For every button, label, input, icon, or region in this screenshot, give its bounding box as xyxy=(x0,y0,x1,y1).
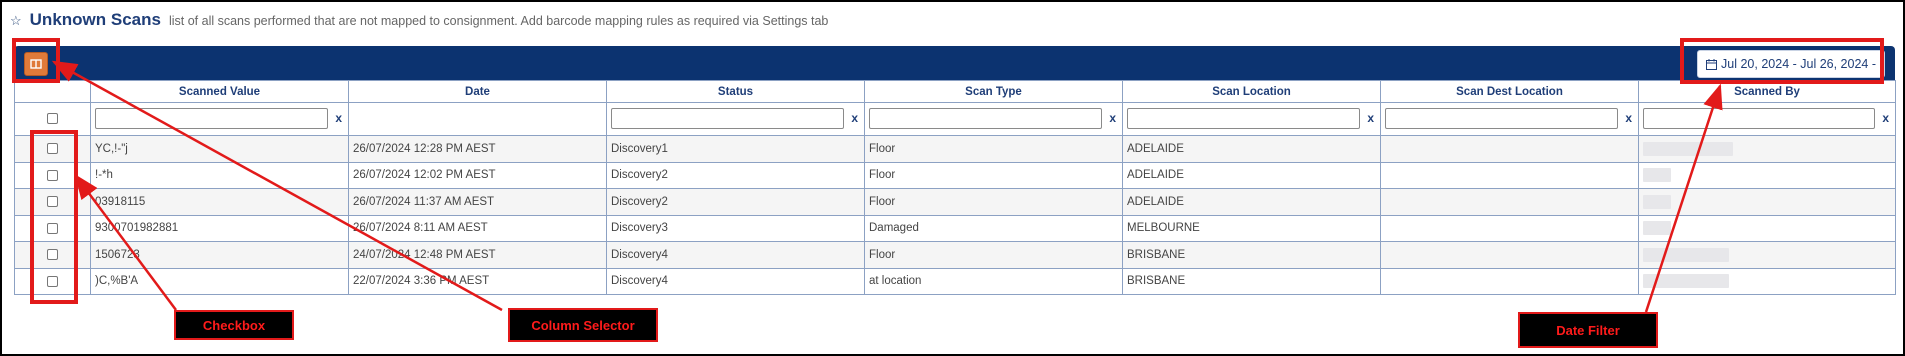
scanned-value-cell: YC,!-"j xyxy=(90,135,349,163)
clear-filter-button[interactable]: x xyxy=(1625,111,1632,125)
scan-dest-location-cell xyxy=(1380,135,1639,163)
column-header[interactable]: Scanned Value xyxy=(90,80,349,103)
table-row[interactable]: 1506723 24/07/2024 12:48 PM AEST Discove… xyxy=(14,241,1896,269)
column-header[interactable]: Scan Type xyxy=(864,80,1123,103)
table-row[interactable]: 9300701982881 26/07/2024 8:11 AM AEST Di… xyxy=(14,214,1896,242)
scanned-by-cell xyxy=(1638,135,1896,163)
scan-location-cell: BRISBANE xyxy=(1122,241,1381,269)
filter-cell: x xyxy=(1122,102,1381,136)
filter-cell-empty xyxy=(348,102,607,136)
table-row[interactable]: !-*h 26/07/2024 12:02 PM AEST Discovery2… xyxy=(14,161,1896,189)
date-cell: 26/07/2024 11:37 AM AEST xyxy=(348,188,607,216)
filter-cell: x xyxy=(1380,102,1639,136)
filter-cell: x xyxy=(606,102,865,136)
status-filter-input[interactable] xyxy=(611,108,844,129)
scan-type-cell: Floor xyxy=(864,188,1123,216)
scan-location-filter-input[interactable] xyxy=(1127,108,1360,129)
page-title: Unknown Scans xyxy=(29,10,161,29)
clear-filter-button[interactable]: x xyxy=(335,111,342,125)
scanned-value-cell: 03918115 xyxy=(90,188,349,216)
scan-dest-location-cell xyxy=(1380,267,1639,295)
scan-type-filter-input[interactable] xyxy=(869,108,1102,129)
table-row[interactable]: YC,!-"j 26/07/2024 12:28 PM AEST Discove… xyxy=(14,135,1896,163)
column-header[interactable]: Scan Location xyxy=(1122,80,1381,103)
scanned-value-filter-input[interactable] xyxy=(95,108,328,129)
scanned-by-cell xyxy=(1638,188,1896,216)
redacted-value xyxy=(1643,221,1671,236)
clear-filter-button[interactable]: x xyxy=(1109,111,1116,125)
scan-location-cell: ADELAIDE xyxy=(1122,161,1381,189)
scan-type-cell: at location xyxy=(864,267,1123,295)
redacted-value xyxy=(1643,274,1729,289)
header-row: Scanned Value Date Status Scan Type Scan… xyxy=(14,80,1896,103)
scanned-by-cell xyxy=(1638,241,1896,269)
status-cell: Discovery2 xyxy=(606,161,865,189)
scan-location-cell: MELBOURNE xyxy=(1122,214,1381,242)
scan-type-cell: Damaged xyxy=(864,214,1123,242)
clear-filter-button[interactable]: x xyxy=(851,111,858,125)
checkbox-highlight xyxy=(30,130,78,304)
column-header[interactable]: Status xyxy=(606,80,865,103)
column-header[interactable]: Scan Dest Location xyxy=(1380,80,1639,103)
scan-dest-location-filter-input[interactable] xyxy=(1385,108,1618,129)
redacted-value xyxy=(1643,247,1729,262)
scanned-by-filter-input[interactable] xyxy=(1643,108,1875,129)
scan-dest-location-cell xyxy=(1380,241,1639,269)
column-selector-callout: Column Selector xyxy=(508,308,658,342)
scanned-value-cell: !-*h xyxy=(90,161,349,189)
scan-location-cell: BRISBANE xyxy=(1122,267,1381,295)
scan-location-cell: ADELAIDE xyxy=(1122,188,1381,216)
scanned-by-cell xyxy=(1638,214,1896,242)
date-cell: 22/07/2024 3:36 PM AEST xyxy=(348,267,607,295)
scan-dest-location-cell xyxy=(1380,214,1639,242)
filter-cell: x xyxy=(864,102,1123,136)
redacted-value xyxy=(1643,168,1671,183)
date-cell: 24/07/2024 12:48 PM AEST xyxy=(348,241,607,269)
scan-type-cell: Floor xyxy=(864,135,1123,163)
table-toolbar: Jul 20, 2024 - Jul 26, 2024 - xyxy=(14,46,1895,80)
scan-type-cell: Floor xyxy=(864,241,1123,269)
date-cell: 26/07/2024 12:02 PM AEST xyxy=(348,161,607,189)
clear-filter-button[interactable]: x xyxy=(1882,111,1889,125)
status-cell: Discovery1 xyxy=(606,135,865,163)
date-cell: 26/07/2024 12:28 PM AEST xyxy=(348,135,607,163)
date-cell: 26/07/2024 8:11 AM AEST xyxy=(348,214,607,242)
scanned-by-cell xyxy=(1638,161,1896,189)
scan-location-cell: ADELAIDE xyxy=(1122,135,1381,163)
scanned-value-cell: )C,%B'A xyxy=(90,267,349,295)
unknown-scans-table: Scanned Value Date Status Scan Type Scan… xyxy=(14,80,1896,295)
filter-cell: x xyxy=(90,102,349,136)
favorite-star-icon[interactable]: ☆ xyxy=(10,13,22,29)
date-filter-callout: Date Filter xyxy=(1518,312,1658,348)
column-header[interactable]: Date xyxy=(348,80,607,103)
scanned-by-cell xyxy=(1638,267,1896,295)
table-row[interactable]: 03918115 26/07/2024 11:37 AM AEST Discov… xyxy=(14,188,1896,216)
date-filter-highlight xyxy=(1680,38,1884,84)
status-cell: Discovery3 xyxy=(606,214,865,242)
table-row[interactable]: )C,%B'A 22/07/2024 3:36 PM AEST Discover… xyxy=(14,267,1896,295)
status-cell: Discovery4 xyxy=(606,267,865,295)
scanned-value-cell: 9300701982881 xyxy=(90,214,349,242)
page-subtitle: list of all scans performed that are not… xyxy=(168,14,829,28)
scan-dest-location-cell xyxy=(1380,161,1639,189)
select-column-header xyxy=(14,80,91,103)
status-cell: Discovery2 xyxy=(606,188,865,216)
filter-cell: x xyxy=(1638,102,1896,136)
status-cell: Discovery4 xyxy=(606,241,865,269)
redacted-value xyxy=(1643,141,1733,156)
select-all-checkbox[interactable] xyxy=(47,113,58,125)
clear-filter-button[interactable]: x xyxy=(1367,111,1374,125)
page-header: ☆ Unknown Scans list of all scans perfor… xyxy=(10,10,828,30)
filter-row: x x x x x x xyxy=(14,102,1896,136)
scan-dest-location-cell xyxy=(1380,188,1639,216)
redacted-value xyxy=(1643,194,1671,209)
scanned-value-cell: 1506723 xyxy=(90,241,349,269)
column-selector-highlight xyxy=(12,38,60,83)
scan-type-cell: Floor xyxy=(864,161,1123,189)
checkbox-callout: Checkbox xyxy=(174,310,294,340)
